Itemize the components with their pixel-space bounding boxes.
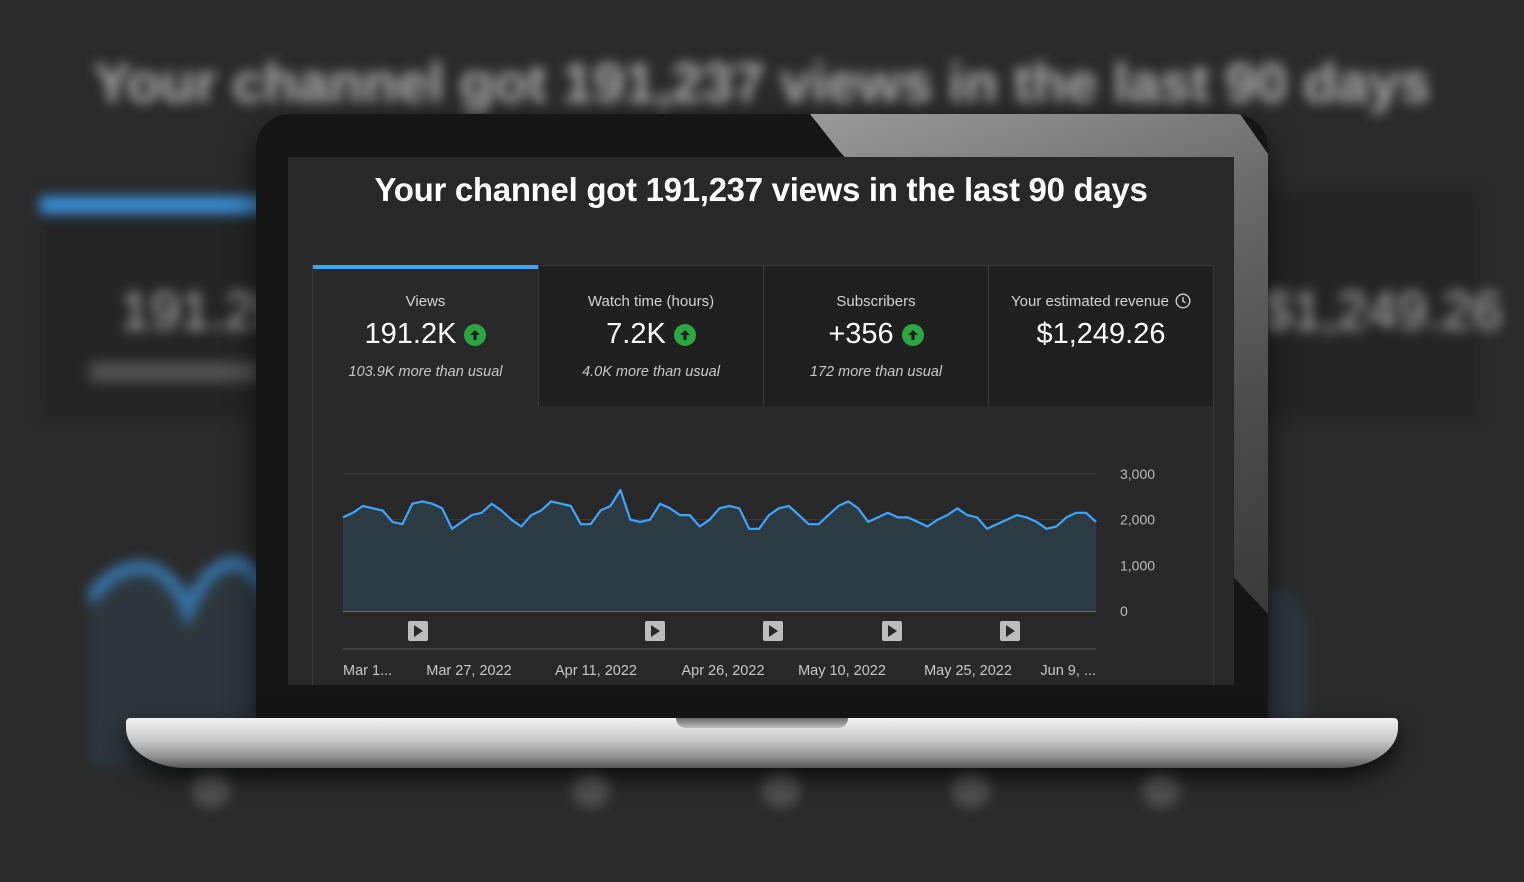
- page-title: Your channel got 191,237 views in the la…: [374, 171, 1148, 208]
- background-play-marker: [572, 770, 610, 808]
- laptop-hinge-notch: [676, 718, 848, 728]
- x-tick-label: Jun 9, ...: [1040, 663, 1096, 679]
- x-tick-label: Mar 1...: [343, 663, 392, 679]
- analytics-card: Views 191.2K 103.9K more than usual Watc…: [312, 265, 1214, 685]
- x-tick-label: Mar 27, 2022: [426, 663, 511, 679]
- x-tick-label: Apr 26, 2022: [681, 663, 764, 679]
- background-note: [90, 362, 260, 382]
- x-tick-label: May 10, 2022: [798, 663, 886, 679]
- y-tick-label: 1,000: [1120, 557, 1155, 573]
- laptop-screen: Your channel got 191,237 views in the la…: [288, 157, 1234, 685]
- background-play-marker: [1142, 770, 1180, 808]
- x-tick-label: Apr 11, 2022: [555, 663, 637, 679]
- y-tick-label: 3,000: [1120, 466, 1155, 482]
- background-revenue-value: $1,249.26: [1262, 281, 1503, 341]
- y-tick-label: 2,000: [1120, 512, 1155, 528]
- background-play-marker: [952, 770, 990, 808]
- background-play-marker: [762, 770, 800, 808]
- background-play-marker: [192, 770, 230, 808]
- background-title: Your channel got 191,237 views in the la…: [93, 51, 1431, 114]
- views-chart: 3,000 2,000 1,000 0 Mar 1... Mar 27, 2022 Apr …: [342, 466, 1155, 679]
- y-tick-label: 0: [1120, 603, 1128, 619]
- x-tick-label: May 25, 2022: [924, 663, 1012, 679]
